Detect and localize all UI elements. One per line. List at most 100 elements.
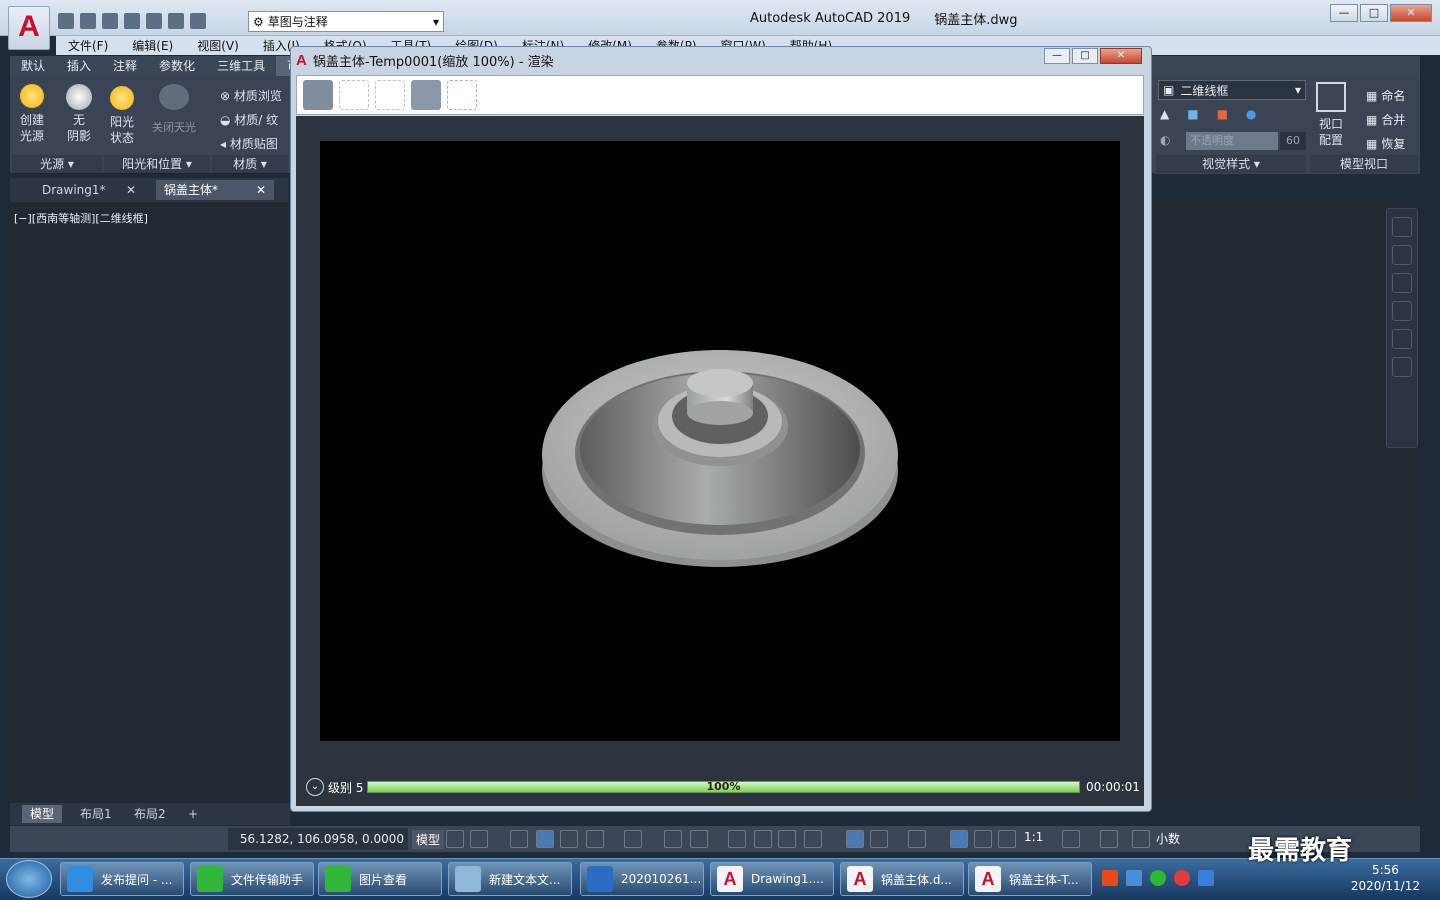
redo-icon[interactable] bbox=[190, 13, 206, 29]
workspace-select[interactable]: ⚙ 草图与注释 ▾ bbox=[248, 11, 444, 32]
coordinates-readout[interactable]: 56.1282, 106.0958, 0.0000 bbox=[228, 828, 408, 850]
orbit-icon[interactable] bbox=[1392, 329, 1412, 349]
clock[interactable]: 5:56 2020/11/12 bbox=[1351, 862, 1420, 894]
render-minimize-button[interactable]: — bbox=[1044, 48, 1070, 64]
weibo-icon[interactable] bbox=[1174, 870, 1190, 886]
merge-button[interactable]: ▦ 合并 bbox=[1366, 108, 1405, 132]
autocad-logo-icon[interactable]: A bbox=[8, 6, 50, 50]
annotation-scale-icon[interactable] bbox=[998, 830, 1016, 848]
units-select[interactable]: 小数 bbox=[1156, 830, 1180, 847]
snap-icon[interactable] bbox=[470, 830, 488, 848]
annotation-scale-select[interactable]: 1:1 bbox=[1024, 830, 1043, 844]
layout-tab-2[interactable]: 布局2 bbox=[126, 805, 174, 823]
material-browser-button[interactable]: ⊗ 材质浏览 bbox=[220, 84, 282, 108]
taskbar-item[interactable]: 发布提问 - ... bbox=[60, 862, 184, 896]
taskbar-item[interactable]: A Drawing1.... bbox=[710, 862, 834, 896]
save-as-icon[interactable] bbox=[124, 13, 140, 29]
menu-item[interactable]: 文件(F) bbox=[56, 37, 120, 55]
group-model-viewport[interactable]: 模型视口 bbox=[1310, 155, 1418, 173]
dynamic-input-icon[interactable] bbox=[536, 830, 554, 848]
close-icon[interactable]: ✕ bbox=[256, 180, 266, 200]
group-sun[interactable]: 阳光和位置 ▾ bbox=[104, 155, 210, 173]
box-icon[interactable]: ■ bbox=[1187, 107, 1198, 121]
auto-scale-icon[interactable] bbox=[974, 830, 992, 848]
viewcube-icon[interactable] bbox=[1392, 217, 1412, 237]
chevron-down-icon[interactable]: ⌄ bbox=[306, 778, 324, 796]
ucs-icon[interactable] bbox=[846, 830, 864, 848]
showmotion-icon[interactable] bbox=[1392, 357, 1412, 377]
units-icon[interactable] bbox=[1132, 830, 1150, 848]
group-lights[interactable]: 光源 ▾ bbox=[12, 155, 102, 173]
layout-tab-1[interactable]: 布局1 bbox=[72, 805, 120, 823]
opacity-value[interactable]: 60 bbox=[1280, 132, 1306, 150]
sun-state-button[interactable]: 阳光 状态 bbox=[110, 80, 134, 146]
steering-wheel-icon[interactable] bbox=[1392, 245, 1412, 265]
ribbon-tab[interactable]: 默认 bbox=[10, 56, 56, 76]
grid-icon[interactable] bbox=[446, 830, 464, 848]
taskbar-item[interactable]: A 锅盖主体-T... bbox=[968, 862, 1092, 896]
group-visual-style[interactable]: 视觉样式 ▾ bbox=[1156, 155, 1306, 173]
zoom-out-icon[interactable] bbox=[375, 80, 405, 110]
material-map-button[interactable]: ◂ 材质贴图 bbox=[220, 132, 282, 156]
ribbon-tab[interactable]: 插入 bbox=[56, 56, 102, 76]
wechat-icon[interactable] bbox=[1150, 870, 1166, 886]
infer-icon[interactable] bbox=[510, 830, 528, 848]
open-icon[interactable] bbox=[80, 13, 96, 29]
polar-icon[interactable] bbox=[586, 830, 604, 848]
isodraft-icon[interactable] bbox=[624, 830, 642, 848]
viewport-controls-label[interactable]: [−][西南等轴测][二维线框] bbox=[14, 210, 148, 226]
menu-item[interactable]: 编辑(E) bbox=[120, 37, 185, 55]
menu-item[interactable]: 视图(V) bbox=[185, 37, 251, 55]
transparency-icon[interactable] bbox=[754, 830, 772, 848]
restore-button[interactable]: ▦ 恢复 bbox=[1366, 132, 1405, 156]
ortho-icon[interactable] bbox=[560, 830, 578, 848]
opacity-slider[interactable]: 不透明度 bbox=[1186, 132, 1278, 150]
maximize-button[interactable]: □ bbox=[1360, 4, 1388, 22]
zoom-in-icon[interactable] bbox=[339, 80, 369, 110]
cancel-render-icon[interactable] bbox=[447, 80, 477, 110]
no-shadow-button[interactable]: 无 阴影 bbox=[66, 80, 92, 144]
ribbon-tab[interactable]: 注释 bbox=[102, 56, 148, 76]
named-views-button[interactable]: ▦ 命名 bbox=[1366, 84, 1405, 108]
taskbar-item[interactable]: 图片查看 bbox=[318, 862, 442, 896]
save-icon[interactable] bbox=[102, 13, 118, 29]
render-close-button[interactable]: ✕ bbox=[1100, 48, 1142, 64]
group-materials[interactable]: 材质 ▾ bbox=[212, 155, 288, 173]
model-space-button[interactable]: 模型 bbox=[412, 830, 445, 849]
render-level[interactable]: ⌄ 级别 5 bbox=[306, 778, 363, 796]
3d-osnap-icon[interactable] bbox=[804, 830, 822, 848]
create-light-button[interactable]: 创建 光源 bbox=[20, 80, 44, 144]
print-icon[interactable] bbox=[411, 80, 441, 110]
gizmo-icon[interactable] bbox=[870, 830, 888, 848]
viewport-config-button[interactable]: 视口 配置 bbox=[1316, 80, 1346, 148]
close-button[interactable]: ✕ bbox=[1390, 4, 1432, 22]
sky-off-button[interactable]: 关闭天光 bbox=[152, 80, 196, 136]
close-icon[interactable]: ✕ bbox=[126, 180, 136, 200]
color-icon[interactable]: ■ bbox=[1217, 107, 1228, 121]
start-button[interactable] bbox=[6, 860, 52, 898]
otrack-icon[interactable] bbox=[664, 830, 682, 848]
edge-icon[interactable]: ▲ bbox=[1160, 107, 1169, 121]
sogou-icon[interactable] bbox=[1102, 870, 1118, 886]
new-icon[interactable] bbox=[58, 13, 74, 29]
sphere-icon[interactable]: ● bbox=[1246, 107, 1256, 121]
save-render-icon[interactable] bbox=[303, 80, 333, 110]
selection-cycling-icon[interactable] bbox=[778, 830, 796, 848]
ribbon-tab[interactable]: 三维工具 bbox=[206, 56, 276, 76]
layout-tab-model[interactable]: 模型 bbox=[22, 805, 63, 823]
taskbar-item[interactable]: A 锅盖主体.d... bbox=[840, 862, 964, 896]
print-icon[interactable] bbox=[146, 13, 162, 29]
ribbon-tab[interactable]: 参数化 bbox=[148, 56, 206, 76]
doc-tab-lid[interactable]: 锅盖主体* ✕ bbox=[156, 180, 274, 200]
zoom-icon[interactable] bbox=[1392, 301, 1412, 321]
lineweight-icon[interactable] bbox=[728, 830, 746, 848]
minimize-button[interactable]: — bbox=[1330, 4, 1358, 22]
annotation-monitor-icon[interactable] bbox=[908, 830, 926, 848]
render-maximize-button[interactable]: □ bbox=[1072, 48, 1098, 64]
plus-icon[interactable] bbox=[1100, 830, 1118, 848]
material-texture-button[interactable]: ◒ 材质/ 纹 bbox=[220, 108, 282, 132]
gear-icon[interactable] bbox=[1062, 830, 1080, 848]
undo-icon[interactable] bbox=[168, 13, 184, 29]
osnap-icon[interactable] bbox=[690, 830, 708, 848]
pan-icon[interactable] bbox=[1392, 273, 1412, 293]
